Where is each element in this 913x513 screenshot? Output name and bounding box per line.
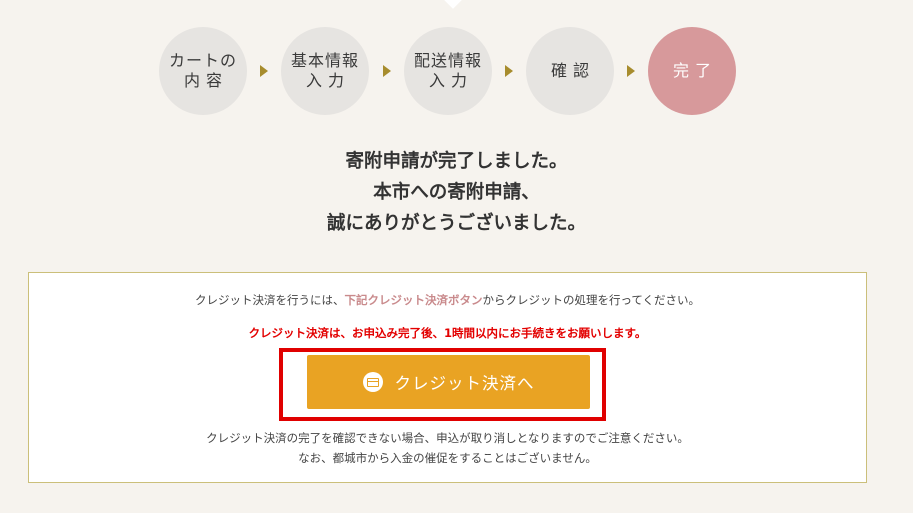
step-complete: 完了 [648, 27, 736, 115]
step-label-line1: 基本情報 [290, 51, 359, 70]
step-label-line1: 配送情報 [413, 51, 482, 70]
credit-payment-button-label: クレジット決済へ [394, 374, 535, 393]
credit-card-icon [362, 372, 383, 392]
no-reminder-note: なお、都城市から入金の催促をすることはございません。 [298, 451, 597, 465]
step-arrow [505, 65, 513, 77]
credit-payment-panel: クレジット決済を行うには、下記クレジット決済ボタンからクレジットの処理を行ってく… [28, 272, 867, 483]
instruction-suffix: からクレジットの処理を行ってください。 [482, 293, 701, 307]
step-cart-contents: カートの 内容 [159, 27, 247, 115]
step-arrow [260, 65, 268, 77]
step-label-line1: カートの [168, 51, 237, 70]
instruction-prefix: クレジット決済を行うには、 [194, 293, 345, 307]
top-notch [443, 0, 463, 9]
credit-payment-button[interactable]: クレジット決済へ [307, 355, 590, 409]
step-label-line2: 入力 [305, 71, 350, 90]
step-label-line1: 完了 [672, 61, 717, 80]
completion-message-line1: 寄附申請が完了しました。 [345, 151, 568, 172]
progress-steps: カートの 内容 基本情報 入力 配送情報 入力 確認 完了 [0, 27, 913, 119]
step-shipping-info-input: 配送情報 入力 [404, 27, 492, 115]
cancellation-note: クレジット決済の完了を確認できない場合、申込が取り消しとなりますのでご注意くださ… [206, 431, 689, 445]
completion-message-line3: 誠にありがとうございました。 [326, 213, 586, 234]
instruction-highlight: 下記クレジット決済ボタン [344, 293, 483, 307]
payment-deadline-warning: クレジット決済は、お申込み完了後、1時間以内にお手続きをお願いします。 [248, 326, 647, 340]
step-arrow [383, 65, 391, 77]
step-confirm: 確認 [526, 27, 614, 115]
completion-message-line2: 本市への寄附申請、 [373, 182, 540, 203]
step-arrow [627, 65, 635, 77]
completion-message: 寄附申請が完了しました。 本市への寄附申請、 誠にありがとうございました。 [0, 146, 913, 239]
step-label-line2: 内容 [183, 71, 228, 90]
payment-instruction: クレジット決済を行うには、下記クレジット決済ボタンからクレジットの処理を行ってく… [29, 292, 866, 308]
step-label-line1: 確認 [550, 61, 595, 80]
step-basic-info-input: 基本情報 入力 [281, 27, 369, 115]
step-label-line2: 入力 [428, 71, 473, 90]
